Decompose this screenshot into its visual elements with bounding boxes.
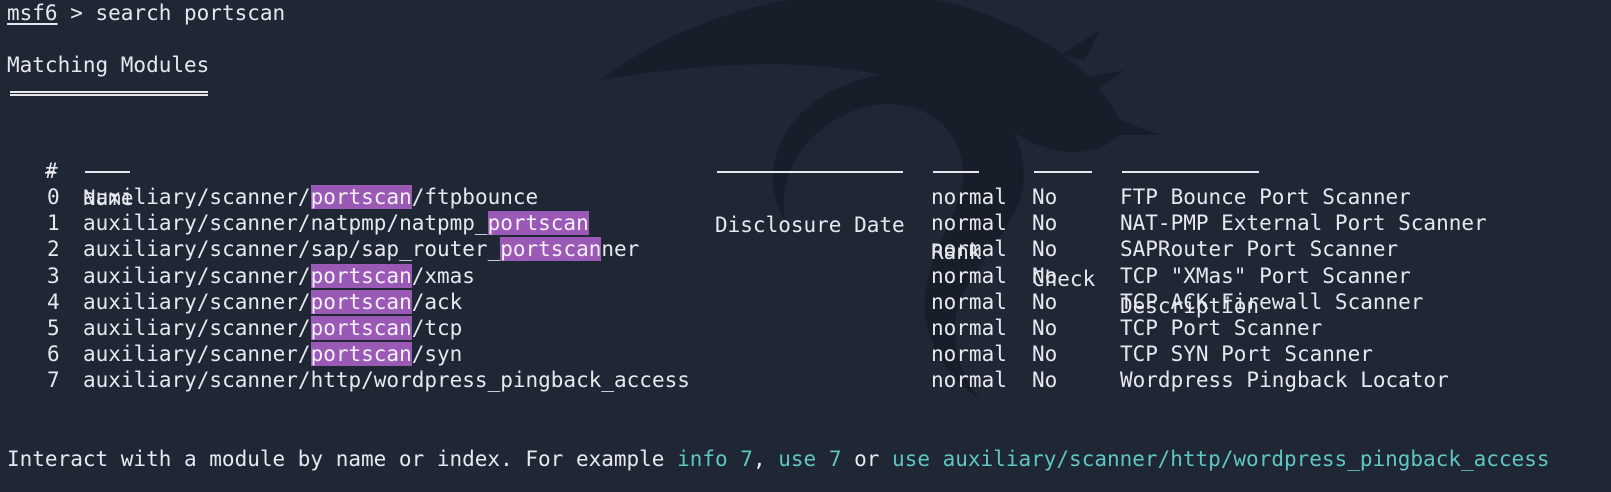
module-name-part: auxiliary/scanner/	[83, 316, 311, 340]
rank-value: normal	[931, 342, 1007, 367]
module-name-part: auxiliary/scanner/	[83, 263, 311, 288]
module-row[interactable]: 2 auxiliary/scanner/sap/sap_router_portsc…	[7, 236, 1607, 262]
row-index: 1	[47, 211, 60, 236]
header-description-rule	[1122, 171, 1259, 173]
prompt-name: msf6	[7, 1, 58, 25]
module-name[interactable]: auxiliary/scanner/portscan/xmas	[83, 263, 475, 289]
module-name-part: auxiliary/scanner/	[83, 185, 311, 209]
rank-value: normal	[931, 316, 1007, 340]
command-prompt-line: msf6 > search portscan	[7, 0, 285, 27]
search-match-highlight: portscan	[487, 211, 589, 236]
use-module-command-link[interactable]: use auxiliary/scanner/http/wordpress_pin…	[892, 447, 1549, 471]
rank-value: normal	[931, 185, 1007, 209]
module-row[interactable]: 1 auxiliary/scanner/natpmp/natpmp_portsca…	[7, 210, 1607, 236]
module-name-part: /syn	[411, 342, 463, 367]
rank-value: normal	[931, 368, 1007, 393]
module-row[interactable]: 0 auxiliary/scanner/portscan/ftpbounce nor…	[7, 184, 1607, 210]
module-row[interactable]: 3 auxiliary/scanner/portscan/xmas normal No…	[7, 263, 1607, 289]
terminal-output: msf6 > search portscan Matching Modules …	[7, 0, 1611, 492]
module-name[interactable]: auxiliary/scanner/portscan/ack	[83, 289, 462, 315]
search-match-highlight: portscan	[310, 342, 412, 367]
use-index-command-link[interactable]: use 7	[778, 447, 841, 471]
check-value: No	[1032, 316, 1058, 340]
module-row[interactable]: 7 auxiliary/scanner/http/wordpress_pingba…	[7, 367, 1607, 393]
module-name[interactable]: auxiliary/scanner/portscan/ftpbounce	[83, 184, 538, 210]
rank-value: normal	[931, 263, 1007, 288]
check-value: No	[1032, 237, 1058, 262]
footer-text: Interact with a module by name or index.…	[7, 447, 678, 471]
module-name-part: auxiliary/scanner/	[83, 289, 311, 314]
check-value: No	[1032, 211, 1058, 236]
rank-value: normal	[931, 289, 1007, 314]
module-description: NAT-PMP External Port Scanner	[1120, 211, 1487, 236]
check-value: No	[1032, 342, 1058, 367]
footer-or: or	[841, 447, 893, 471]
module-description: TCP ACK Firewall Scanner	[1120, 289, 1424, 314]
check-value: No	[1032, 289, 1058, 314]
check-value: No	[1032, 368, 1058, 393]
module-row[interactable]: 5 auxiliary/scanner/portscan/tcp normal No T…	[7, 315, 1607, 341]
module-name[interactable]: auxiliary/scanner/natpmp/natpmp_portscan	[83, 210, 589, 236]
header-index-rule	[47, 171, 55, 173]
row-index: 5	[47, 316, 60, 340]
header-name-rule	[85, 171, 130, 173]
info-command-link[interactable]: info 7	[677, 447, 753, 471]
search-match-highlight: portscan	[310, 263, 412, 288]
row-index: 6	[47, 342, 60, 367]
section-title-underline	[10, 91, 208, 96]
rank-value: normal	[931, 237, 1007, 262]
rank-value: normal	[931, 211, 1007, 236]
module-name-part: ner	[601, 237, 640, 262]
row-index: 3	[47, 263, 60, 288]
module-name-part: /ack	[411, 289, 463, 314]
footer-comma: ,	[752, 447, 779, 471]
module-description: FTP Bounce Port Scanner	[1120, 185, 1411, 209]
row-index: 2	[47, 237, 60, 262]
row-index: 7	[47, 368, 60, 393]
prompt-separator: >	[57, 1, 96, 25]
module-name-part: auxiliary/scanner/natpmp/natpmp_	[83, 211, 488, 236]
row-index: 4	[47, 289, 60, 314]
module-name[interactable]: auxiliary/scanner/sap/sap_router_portsca…	[83, 236, 639, 262]
module-description: SAPRouter Port Scanner	[1120, 237, 1399, 262]
module-row[interactable]: 6 auxiliary/scanner/portscan/syn normal No T…	[7, 341, 1607, 367]
header-date-rule	[717, 171, 903, 173]
section-title: Matching Modules	[7, 53, 210, 77]
search-match-highlight: portscan	[500, 237, 602, 262]
module-name-part: /xmas	[411, 263, 475, 288]
module-row[interactable]: 4 auxiliary/scanner/portscan/ack normal No T…	[7, 289, 1607, 315]
module-name-part: /ftpbounce	[411, 185, 539, 209]
module-name-part: auxiliary/scanner/sap/sap_router_	[83, 237, 501, 262]
module-name-part: auxiliary/scanner/http/wordpress_pingbac…	[83, 368, 690, 393]
module-description: TCP "XMas" Port Scanner	[1120, 263, 1411, 288]
module-name[interactable]: auxiliary/scanner/http/wordpress_pingbac…	[83, 367, 690, 393]
check-value: No	[1032, 263, 1058, 288]
header-check-rule	[1034, 171, 1092, 173]
module-name-part: /tcp	[411, 316, 463, 340]
footer-hint: Interact with a module by name or index.…	[7, 446, 1550, 473]
module-description: Wordpress Pingback Locator	[1120, 368, 1449, 393]
check-value: No	[1032, 185, 1058, 209]
search-match-highlight: portscan	[310, 289, 412, 314]
search-match-highlight: portscan	[310, 316, 412, 340]
module-description: TCP SYN Port Scanner	[1120, 342, 1373, 367]
module-description: TCP Port Scanner	[1120, 316, 1323, 340]
module-name[interactable]: auxiliary/scanner/portscan/tcp	[83, 315, 462, 341]
table-header: # Name Disclosure Date Rank Check Descri…	[7, 131, 1607, 318]
search-match-highlight: portscan	[310, 185, 412, 209]
module-name-part: auxiliary/scanner/	[83, 342, 311, 367]
header-rank-rule	[933, 171, 979, 173]
row-index: 0	[47, 185, 60, 209]
module-name[interactable]: auxiliary/scanner/portscan/syn	[83, 341, 462, 367]
command-text: search portscan	[95, 1, 286, 25]
